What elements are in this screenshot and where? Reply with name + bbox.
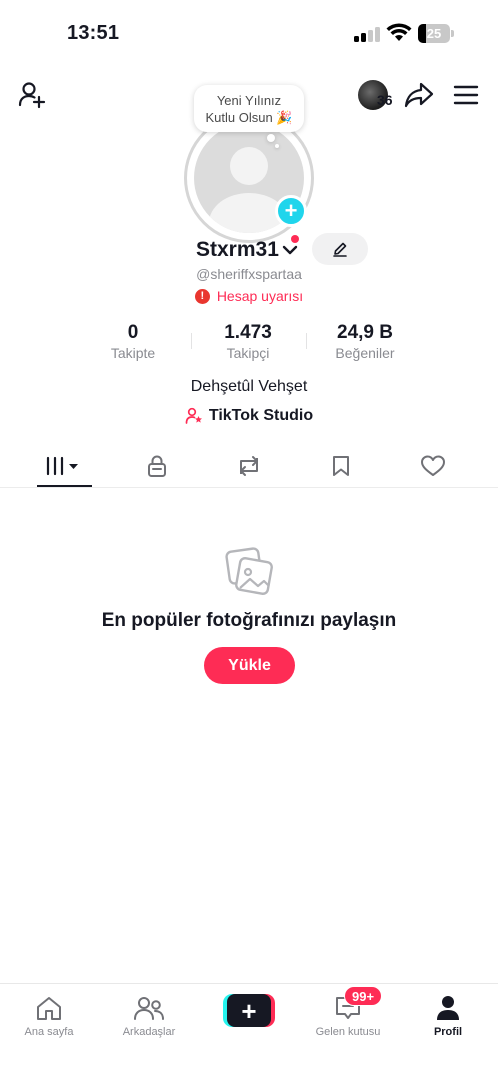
following-count: 0 (127, 322, 139, 343)
pencil-icon (333, 242, 347, 257)
likes-label: Beğeniler (335, 345, 395, 361)
followers-count: 1.473 (224, 322, 272, 343)
tab-private[interactable] (129, 446, 185, 486)
followers-stat[interactable]: 1.473 Takipçi (208, 322, 288, 361)
alert-icon: ! (194, 288, 210, 304)
new-year-bubble[interactable]: Yeni Yılınız Kutlu Olsun 🎉 (194, 85, 304, 132)
profile-bio: Dehşetûl Vehşet (190, 378, 308, 395)
profile-icon (437, 996, 459, 1020)
account-switcher[interactable]: Stxrm31 (196, 236, 298, 264)
heart-icon (421, 455, 445, 476)
likes-count: 24,9 B (337, 322, 393, 343)
menu-button[interactable] (450, 80, 482, 110)
nav-profile-label: Profil (433, 1026, 463, 1038)
creator-star-icon (185, 407, 202, 424)
plus-icon: + (284, 198, 298, 223)
wifi-icon (386, 23, 412, 41)
add-friend-button[interactable] (14, 78, 50, 112)
nav-profile[interactable]: Profil (408, 992, 488, 1038)
stat-divider (306, 333, 307, 349)
create-button[interactable]: + (223, 994, 275, 1027)
share-icon (404, 82, 434, 108)
bookmark-icon (333, 456, 349, 476)
empty-state-title: En popüler fotoğrafınızı paylaşın (101, 610, 397, 631)
tiktok-studio-link[interactable]: TikTok Studio (0, 407, 498, 425)
videos-grid-icon (46, 456, 78, 476)
following-stat[interactable]: 0 Takipte (98, 322, 168, 361)
tab-liked[interactable] (405, 446, 461, 486)
status-bar: 13:51 25 (0, 0, 498, 62)
likes-stat[interactable]: 24,9 B Beğeniler (322, 322, 408, 361)
inbox-badge: 99+ (344, 986, 383, 1006)
share-profile-button[interactable] (402, 79, 436, 111)
tab-videos[interactable] (36, 446, 92, 486)
followers-label: Takipçi (226, 345, 270, 361)
home-icon (37, 997, 61, 1020)
following-label: Takipte (110, 345, 156, 361)
nav-friends[interactable]: Arkadaşlar (109, 992, 189, 1038)
plus-icon: + (227, 994, 271, 1027)
repost-icon (240, 456, 258, 476)
profile-tabs (0, 446, 498, 488)
bottom-nav: Ana sayfa Arkadaşlar + Gelen kutusu Prof… (0, 983, 498, 1080)
friends-icon (134, 997, 164, 1020)
nav-friends-label: Arkadaşlar (122, 1026, 176, 1038)
stat-divider (191, 333, 192, 349)
lock-icon (148, 455, 166, 477)
notification-dot (291, 235, 299, 243)
account-warning-link[interactable]: ! Hesap uyarısı (0, 288, 498, 304)
nav-home-label: Ana sayfa (24, 1026, 74, 1038)
nav-inbox-label: Gelen kutusu (315, 1026, 381, 1038)
battery-percent: 25 (426, 26, 442, 41)
bubble-tail-small (275, 144, 279, 148)
upload-button[interactable]: Yükle (204, 647, 295, 684)
add-friend-icon (18, 82, 46, 109)
username-handle: @sheriffxspartaa (196, 266, 302, 282)
tiktok-studio-label: TikTok Studio (208, 407, 314, 424)
edit-profile-button[interactable] (312, 233, 368, 265)
status-time: 13:51 (67, 22, 120, 44)
story-count: 36 (377, 92, 393, 108)
account-warning-text: Hesap uyarısı (216, 288, 304, 304)
active-tab-indicator (37, 485, 92, 487)
tab-reposts[interactable] (221, 446, 277, 486)
bubble-line-2: Kutlu Olsun 🎉 (205, 110, 293, 125)
bubble-line-1: Yeni Yılınız (216, 93, 282, 108)
tab-favorites[interactable] (313, 446, 369, 486)
display-name: Stxrm31 (196, 238, 279, 261)
cellular-signal-icon (354, 26, 380, 42)
chevron-down-icon (282, 245, 298, 255)
nav-home[interactable]: Ana sayfa (9, 992, 89, 1038)
photo-icon (225, 547, 273, 595)
hamburger-menu-icon (453, 85, 479, 105)
battery-icon: 25 (418, 24, 454, 43)
bubble-tail (267, 134, 275, 142)
add-avatar-button[interactable]: + (275, 195, 307, 227)
